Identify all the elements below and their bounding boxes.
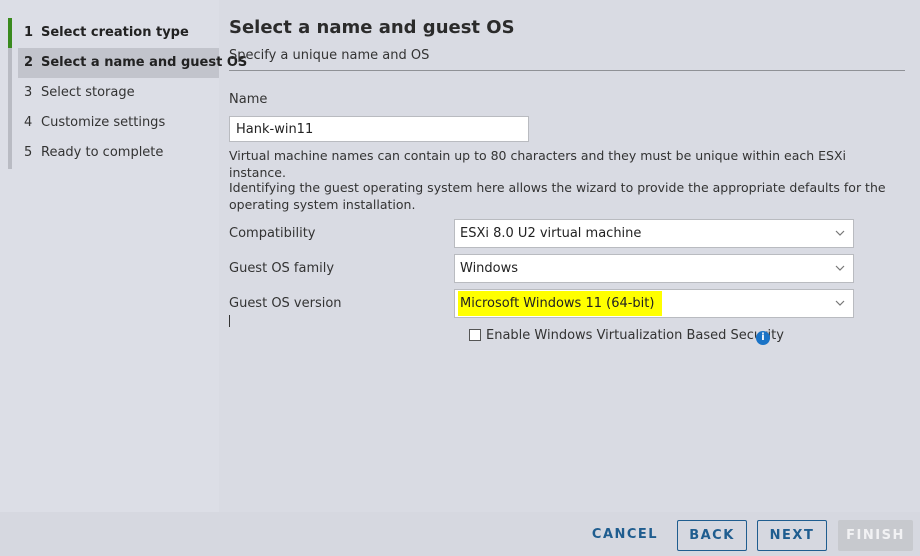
header-divider xyxy=(229,70,905,71)
guest-os-family-selected-value: Windows xyxy=(460,261,519,276)
step-label: Select a name and guest OS xyxy=(41,55,248,70)
step-item-customize-settings: 4 Customize settings xyxy=(18,108,219,138)
back-button[interactable]: BACK xyxy=(677,520,747,551)
page-title: Select a name and guest OS xyxy=(229,17,515,38)
step-item-select-storage: 3 Select storage xyxy=(18,78,219,108)
name-help-text: Virtual machine names can contain up to … xyxy=(229,148,846,180)
vm-name-input[interactable] xyxy=(229,116,529,142)
step-label: Select creation type xyxy=(41,25,189,40)
guest-os-family-label: Guest OS family xyxy=(229,261,335,276)
step-number: 3 xyxy=(24,85,33,100)
wizard-steps-panel: 1 Select creation type 2 Select a name and… xyxy=(0,0,247,512)
finish-button: FINISH xyxy=(838,520,913,551)
guest-os-version-selected-value: Microsoft Windows 11 (64-bit) xyxy=(458,291,663,316)
cancel-button[interactable]: CANCEL xyxy=(582,520,668,551)
text-cursor-mark xyxy=(229,315,230,327)
chevron-down-icon xyxy=(835,300,845,306)
guest-os-version-label: Guest OS version xyxy=(229,296,342,311)
info-icon[interactable]: i xyxy=(756,331,770,345)
step-label: Customize settings xyxy=(41,115,166,130)
step-number: 4 xyxy=(24,115,33,130)
guest-os-family-select[interactable]: Windows xyxy=(454,254,854,283)
wizard-footer: CANCEL BACK NEXT FINISH xyxy=(0,512,920,556)
page-subtitle: Specify a unique name and OS xyxy=(229,48,430,63)
compatibility-selected-value: ESXi 8.0 U2 virtual machine xyxy=(460,226,642,241)
step-number: 2 xyxy=(24,55,34,70)
step-number: 1 xyxy=(24,25,34,40)
step-item-select-name-and-os[interactable]: 2 Select a name and guest OS xyxy=(18,48,247,78)
name-label: Name xyxy=(229,92,268,107)
step-number: 5 xyxy=(24,145,33,160)
compatibility-select[interactable]: ESXi 8.0 U2 virtual machine xyxy=(454,219,854,248)
vbs-checkbox-label[interactable]: Enable Windows Virtualization Based Secu… xyxy=(486,328,784,343)
next-button[interactable]: NEXT xyxy=(757,520,827,551)
chevron-down-icon xyxy=(835,265,845,271)
step-item-select-creation-type[interactable]: 1 Select creation type xyxy=(18,18,219,48)
step-progress-indicator xyxy=(8,18,12,48)
step-label: Select storage xyxy=(41,85,135,100)
chevron-down-icon xyxy=(835,230,845,236)
os-help-text: Identifying the guest operating system h… xyxy=(229,180,886,212)
vbs-checkbox[interactable] xyxy=(469,329,481,341)
step-label: Ready to complete xyxy=(41,145,164,160)
compatibility-label: Compatibility xyxy=(229,226,316,241)
guest-os-version-select[interactable]: Microsoft Windows 11 (64-bit) xyxy=(454,289,854,318)
step-item-ready-to-complete: 5 Ready to complete xyxy=(18,138,219,168)
